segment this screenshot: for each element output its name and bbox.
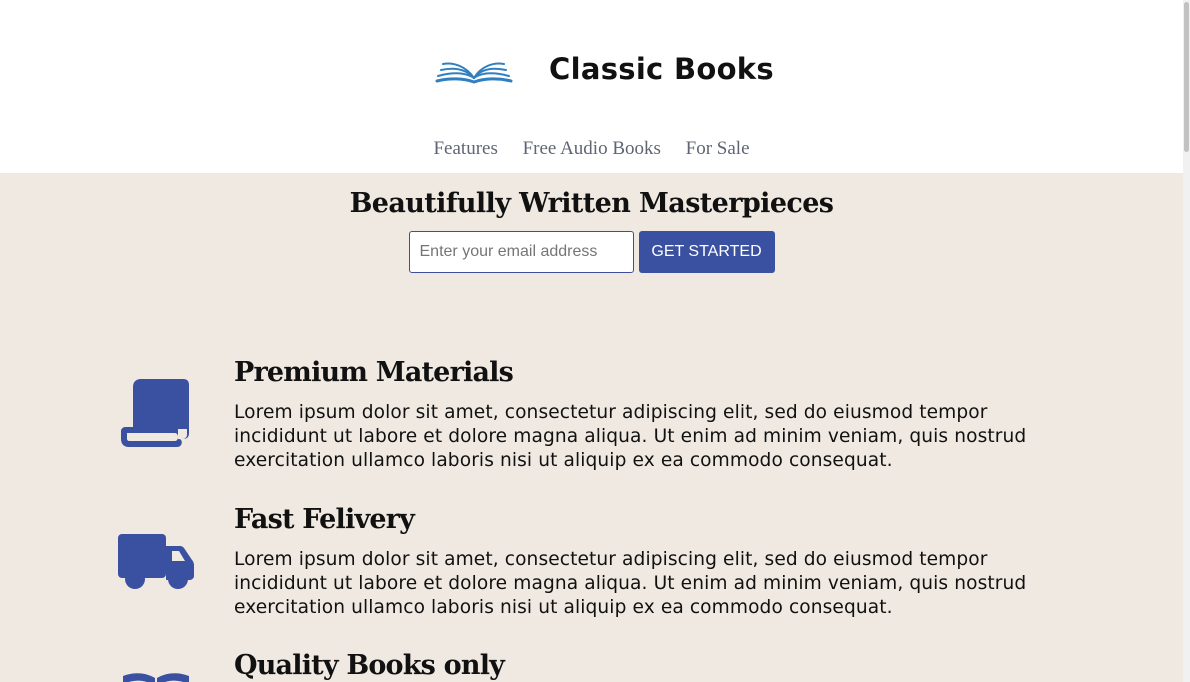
nav-link-features[interactable]: Features	[433, 138, 497, 159]
scroll-icon	[121, 379, 189, 447]
get-started-button[interactable]: GET STARTED	[638, 231, 775, 273]
open-book-icon	[435, 62, 513, 84]
feature-body: Lorem ipsum dolor sit amet, consectetur …	[234, 402, 1027, 471]
nav-link-free-audio-books[interactable]: Free Audio Books	[523, 138, 661, 159]
hero-section: Beautifully Written Masterpieces GET STA…	[0, 188, 1183, 273]
feature-title: Premium Materials	[234, 357, 514, 388]
open-book-icon	[123, 673, 189, 682]
page: Classic Books Features Free Audio Books …	[0, 0, 1183, 682]
brand[interactable]: Classic Books	[435, 52, 774, 86]
scrollbar-thumb[interactable]	[1184, 2, 1189, 152]
nav-link-for-sale[interactable]: For Sale	[686, 138, 750, 159]
signup-form: GET STARTED	[0, 231, 1183, 273]
feature-title: Fast Felivery	[234, 504, 415, 535]
vertical-scrollbar[interactable]	[1183, 0, 1190, 682]
feature-title: Quality Books only	[234, 650, 505, 681]
site-title: Classic Books	[549, 52, 774, 86]
feature-body: Lorem ipsum dolor sit amet, consectetur …	[234, 549, 1027, 618]
main-nav: Features Free Audio Books For Sale	[0, 138, 1183, 160]
email-input[interactable]	[408, 231, 634, 273]
site-header: Classic Books Features Free Audio Books …	[0, 0, 1183, 173]
hero-heading: Beautifully Written Masterpieces	[349, 188, 834, 219]
truck-icon	[118, 534, 194, 589]
